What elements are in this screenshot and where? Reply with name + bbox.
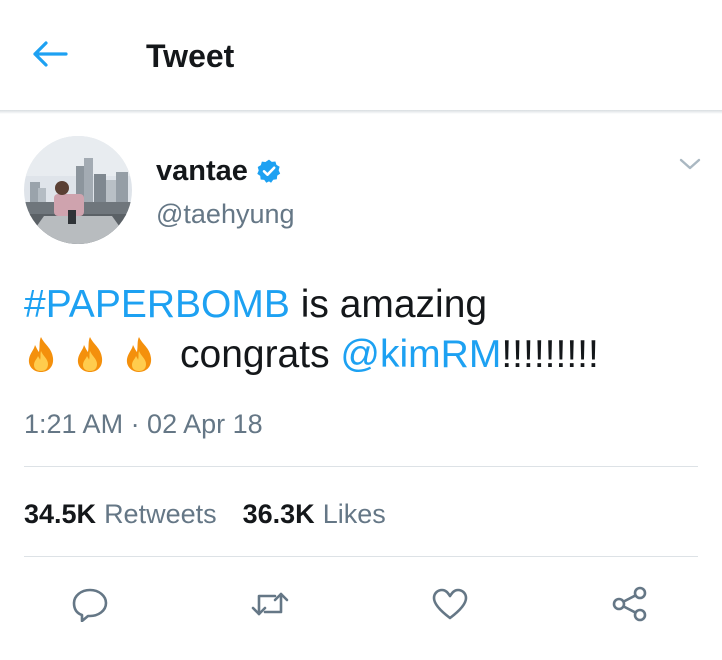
retweet-button[interactable] bbox=[248, 586, 292, 626]
divider bbox=[24, 466, 698, 467]
avatar[interactable] bbox=[24, 136, 132, 244]
tweet-line-2: congrats @kimRM!!!!!!!!! bbox=[24, 330, 704, 380]
fire-emoji-icon bbox=[24, 335, 58, 373]
page-title: Tweet bbox=[146, 38, 235, 74]
tweet-text-segment: congrats bbox=[180, 333, 341, 376]
tweet-stats: 34.5K Retweets 36.3K Likes bbox=[24, 498, 386, 530]
tweet-text-segment: is amazing bbox=[289, 283, 488, 326]
like-button[interactable] bbox=[428, 586, 472, 626]
share-icon bbox=[610, 585, 650, 628]
user-handle[interactable]: @taehyung bbox=[156, 198, 295, 230]
likes-stat[interactable]: 36.3K Likes bbox=[243, 498, 386, 530]
app-header: Tweet bbox=[0, 0, 722, 112]
tweet-text: #PAPERBOMB is amazing congrats @kimRM!!!… bbox=[24, 280, 704, 380]
mention-link[interactable]: @kimRM bbox=[340, 333, 501, 376]
tweet-timestamp: 1:21 AM · 02 Apr 18 bbox=[24, 409, 263, 439]
fire-emoji-icon bbox=[122, 335, 156, 373]
tweet-options-button[interactable] bbox=[676, 152, 704, 176]
divider bbox=[24, 556, 698, 557]
hashtag-link[interactable]: #PAPERBOMB bbox=[24, 283, 290, 326]
header-shadow bbox=[0, 110, 722, 114]
arrow-left-icon bbox=[30, 39, 70, 74]
tweet-line-1: #PAPERBOMB is amazing bbox=[24, 280, 704, 330]
fire-emoji-icon bbox=[73, 335, 107, 373]
reply-button[interactable] bbox=[68, 586, 112, 626]
heart-icon bbox=[430, 586, 470, 627]
retweet-icon bbox=[249, 586, 291, 627]
display-name: vantae bbox=[156, 155, 248, 187]
share-button[interactable] bbox=[608, 586, 652, 626]
likes-count: 36.3K bbox=[242, 499, 315, 529]
reply-icon bbox=[70, 586, 110, 627]
likes-label: Likes bbox=[322, 499, 386, 529]
author-name-row[interactable]: vantae bbox=[156, 154, 282, 188]
retweets-stat[interactable]: 34.5K Retweets bbox=[24, 498, 217, 530]
tweet-text-trailing: !!!!!!!!! bbox=[501, 333, 599, 376]
retweets-count: 34.5K bbox=[24, 499, 97, 529]
retweets-label: Retweets bbox=[104, 499, 217, 529]
back-button[interactable] bbox=[30, 36, 80, 76]
verified-badge-icon bbox=[256, 158, 282, 184]
chevron-down-icon bbox=[676, 158, 704, 180]
